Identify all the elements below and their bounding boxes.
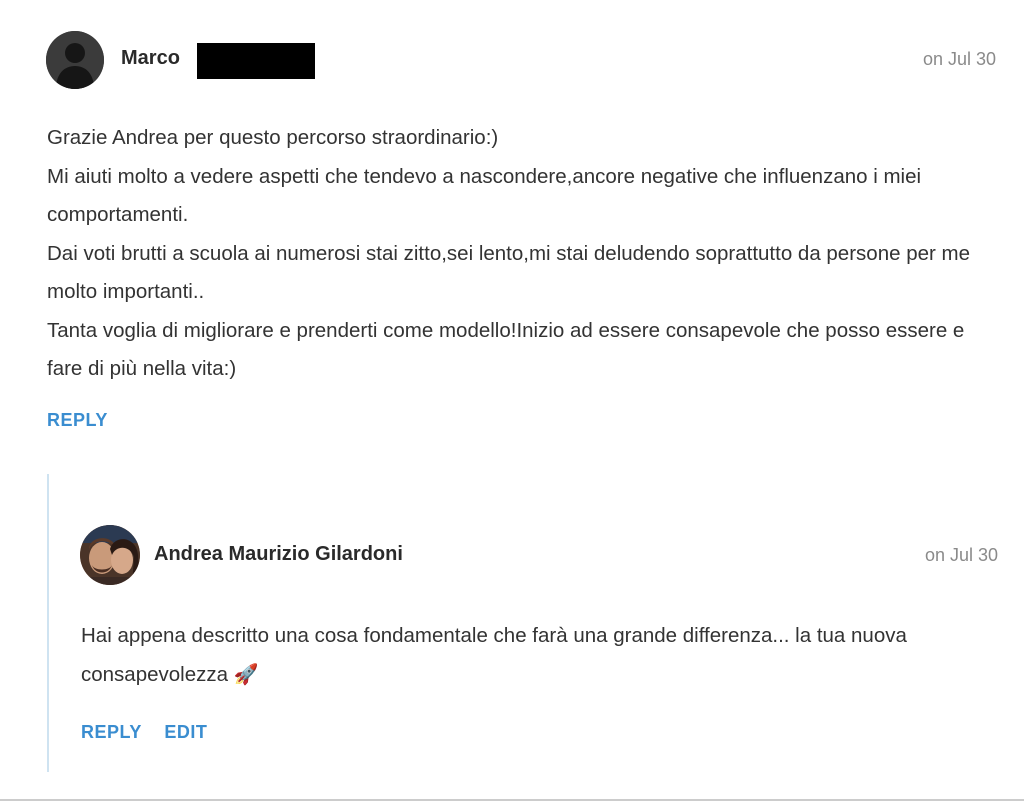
reply-actions: REPLY EDIT [81,722,225,743]
comments-page: Marco on Jul 30 Grazie Andrea per questo… [0,0,1024,807]
comment-body: Grazie Andrea per questo percorso straor… [47,119,997,389]
avatar[interactable] [80,525,140,585]
profile-photo-icon [80,525,140,585]
comment-line: Dai voti brutti a scuola ai numerosi sta… [47,241,970,304]
comment-line: Grazie Andrea per questo percorso straor… [47,126,499,149]
edit-button[interactable]: EDIT [164,722,207,742]
reply-button[interactable]: REPLY [81,722,142,742]
reply-text-line: Hai appena descritto una cosa fondamenta… [81,617,1001,694]
redaction-bar [197,43,315,79]
reply-header: Andrea Maurizio Gilardoni on Jul 30 [80,525,998,585]
reply-thread: Andrea Maurizio Gilardoni on Jul 30 Hai … [47,474,1009,772]
user-silhouette-icon [46,31,104,89]
divider [0,799,1024,801]
comment-line: Mi aiuti molto a vedere aspetti che tend… [47,164,922,227]
reply-text: Hai appena descritto una cosa fondamenta… [81,624,907,686]
comment-date: on Jul 30 [922,49,996,69]
rocket-icon: 🚀 [233,663,259,686]
comment-header: Marco on Jul 30 [46,31,996,91]
reply-author-name[interactable]: Andrea Maurizio Gilardoni [154,543,403,566]
reply-body: Hai appena descritto una cosa fondamenta… [81,617,1001,694]
reply-date: on Jul 30 [924,545,998,565]
comment-line: Tanta voglia di migliorare e prenderti c… [47,318,965,381]
author-name[interactable]: Marco [121,47,180,70]
reply-button[interactable]: REPLY [47,410,108,430]
avatar[interactable] [46,31,104,89]
